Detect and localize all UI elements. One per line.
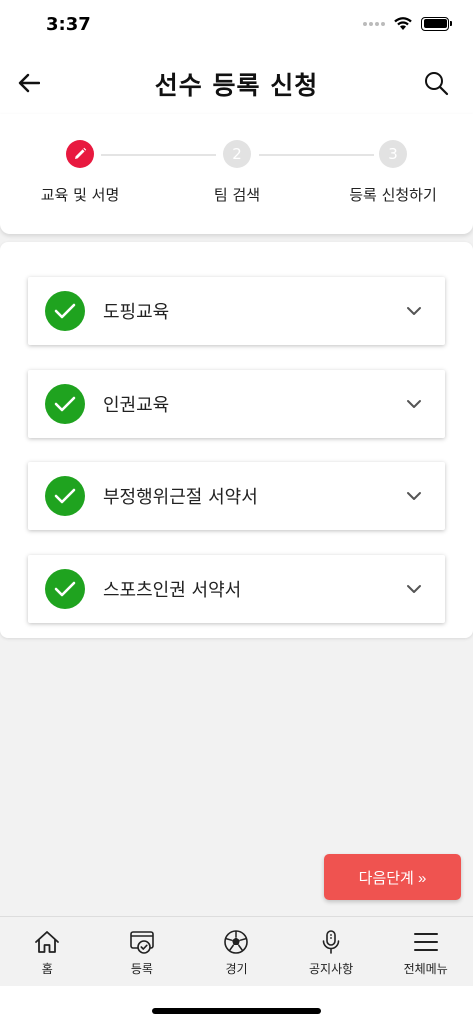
- check-icon: [45, 569, 85, 609]
- wifi-icon: [394, 17, 412, 30]
- education-item-doping[interactable]: 도핑교육: [28, 277, 445, 345]
- home-indicator-area: [0, 986, 473, 1024]
- nav-label: 경기: [225, 962, 248, 976]
- search-button[interactable]: [421, 68, 451, 98]
- home-icon: [33, 928, 61, 956]
- chevron-down-icon[interactable]: [405, 395, 423, 413]
- search-icon: [425, 72, 449, 96]
- nav-label: 전체메뉴: [403, 962, 448, 976]
- signal-icon: [363, 21, 385, 26]
- step-team-search: 2 팀 검색: [157, 140, 317, 205]
- education-item-anti-corruption-pledge[interactable]: 부정행위근절 서약서: [28, 462, 445, 530]
- status-bar: 3:37: [0, 0, 473, 52]
- nav-label: 홈: [41, 962, 53, 976]
- step-3-label: 등록 신청하기: [349, 186, 437, 204]
- check-icon: [45, 384, 85, 424]
- step-2-circle: 2: [223, 140, 251, 168]
- status-time: 3:37: [46, 14, 91, 35]
- education-list: 도핑교육 인권교육 부정행위근절 서약서 스포츠인권 서약서: [0, 242, 473, 638]
- soccer-ball-icon: [222, 928, 250, 956]
- nav-item-all-menu[interactable]: 전체메뉴: [378, 917, 473, 986]
- nav-item-notices[interactable]: 공지사항: [284, 917, 379, 986]
- status-icons: [363, 16, 452, 31]
- home-indicator[interactable]: [152, 1008, 321, 1014]
- nav-item-games[interactable]: 경기: [189, 917, 284, 986]
- nav-label: 등록: [130, 962, 153, 976]
- next-step-button[interactable]: 다음단계 »: [324, 854, 461, 900]
- nav-item-home[interactable]: 홈: [0, 917, 95, 986]
- nav-label: 공지사항: [308, 962, 354, 976]
- check-icon: [45, 476, 85, 516]
- check-icon: [45, 291, 85, 331]
- chevron-down-icon[interactable]: [405, 487, 423, 505]
- pencil-icon: [75, 147, 87, 159]
- step-registration-apply: 3 등록 신청하기: [313, 140, 473, 205]
- menu-icon: [412, 928, 440, 956]
- progress-stepper: 교육 및 서명 2 팀 검색 3 등록 신청하기: [0, 114, 473, 234]
- chevron-down-icon[interactable]: [405, 580, 423, 598]
- step-1-label: 교육 및 서명: [40, 186, 120, 204]
- education-item-label: 인권교육: [103, 395, 170, 416]
- step-2-label: 팀 검색: [213, 186, 261, 204]
- step-3-circle: 3: [379, 140, 407, 168]
- education-item-label: 스포츠인권 서약서: [103, 580, 242, 601]
- education-item-sports-rights-pledge[interactable]: 스포츠인권 서약서: [28, 555, 445, 623]
- education-item-label: 부정행위근절 서약서: [103, 487, 258, 508]
- page-title: 선수 등록 신청: [154, 71, 319, 100]
- step-1-circle: [66, 140, 94, 168]
- bottom-nav: 홈 등록 경기 공지사항 전체메뉴: [0, 916, 473, 986]
- step-education-signature: 교육 및 서명: [0, 140, 160, 205]
- education-item-label: 도핑교육: [103, 302, 170, 323]
- app-header: 선수 등록 신청: [0, 52, 473, 114]
- microphone-icon: [317, 928, 345, 956]
- nav-item-registration[interactable]: 등록: [95, 917, 190, 986]
- battery-icon: [421, 16, 452, 31]
- registration-icon: [128, 928, 156, 956]
- chevron-down-icon[interactable]: [405, 302, 423, 320]
- education-item-human-rights[interactable]: 인권교육: [28, 370, 445, 438]
